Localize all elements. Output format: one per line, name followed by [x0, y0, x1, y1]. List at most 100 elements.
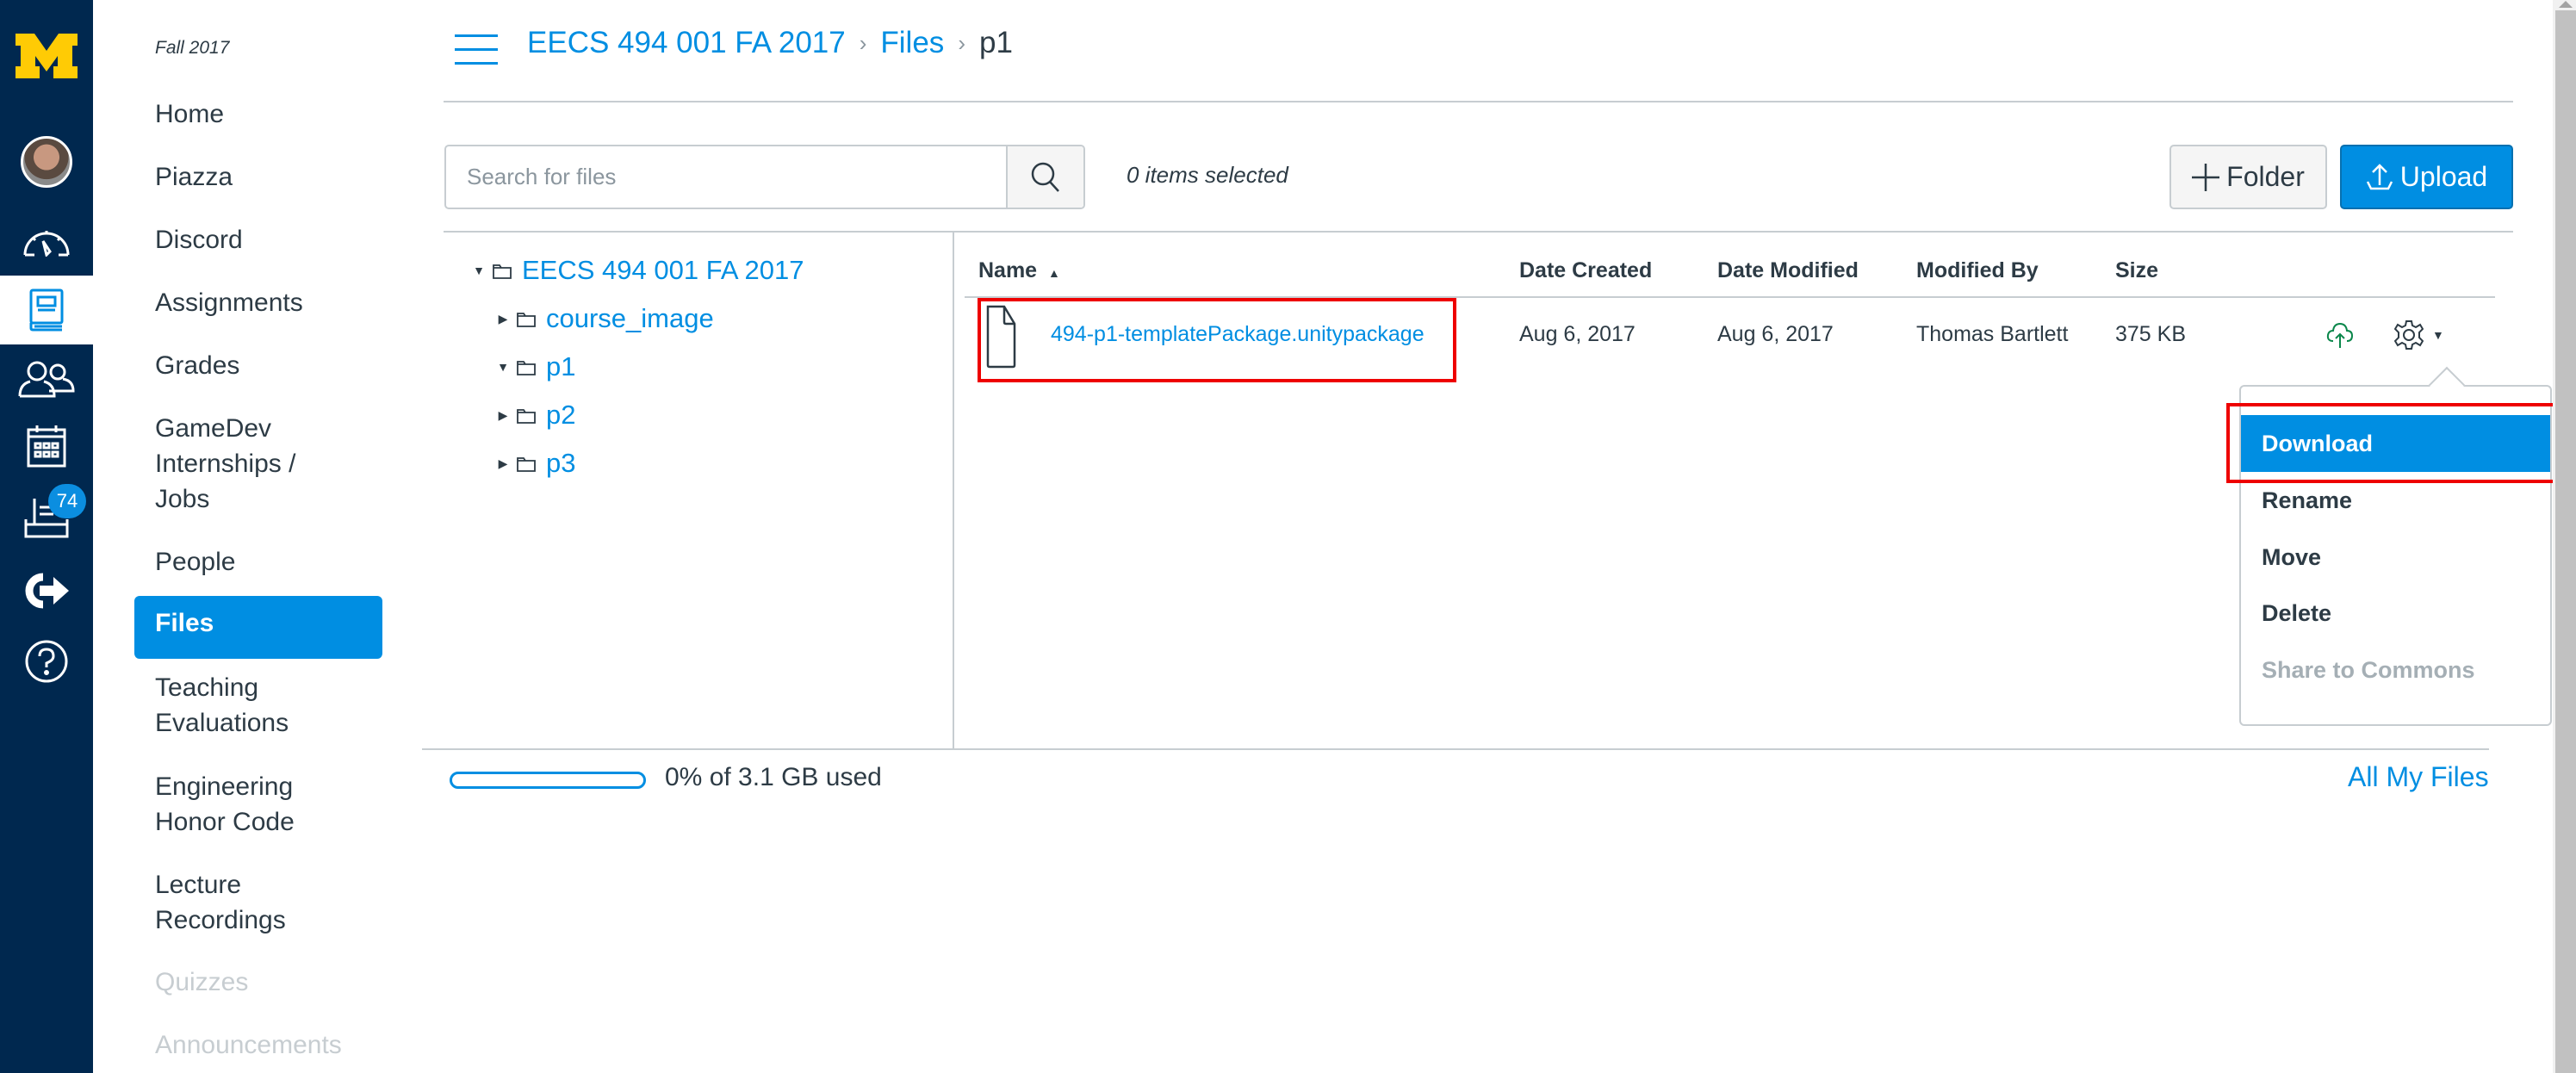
- courses-book-icon: [29, 288, 64, 332]
- cell-size: 375 KB: [2115, 322, 2187, 346]
- global-nav-help[interactable]: [0, 636, 93, 687]
- tree-node-label: course_image: [546, 303, 714, 333]
- search-icon: [1031, 162, 1059, 192]
- groups-icon: [18, 361, 75, 398]
- tree-node-label: p3: [546, 448, 576, 478]
- file-search: [444, 145, 1085, 209]
- help-icon: [25, 640, 68, 683]
- tree-node-root[interactable]: ▼ EECS 494 001 FA 2017: [470, 255, 804, 286]
- tree-node-course-image[interactable]: ▶ course_image: [494, 303, 714, 334]
- course-nav-grades[interactable]: Grades: [155, 348, 239, 383]
- breadcrumb: EECS 494 001 FA 2017 › Files › p1: [527, 26, 1013, 60]
- sort-ascending-icon: ▲: [1048, 266, 1060, 280]
- search-button[interactable]: [1006, 146, 1083, 208]
- plus-icon: [2192, 163, 2220, 191]
- course-nav-files-label: Files: [155, 609, 214, 637]
- toolbar-divider: [444, 231, 2513, 233]
- caret-right-icon[interactable]: ▶: [494, 455, 512, 472]
- menu-item-delete[interactable]: Delete: [2241, 586, 2550, 641]
- folder-icon: [517, 409, 536, 424]
- breadcrumb-files[interactable]: Files: [880, 26, 944, 60]
- course-nav-quizzes[interactable]: Quizzes: [155, 964, 248, 1000]
- menu-item-move[interactable]: Move: [2241, 530, 2550, 585]
- nav-label-line: Internships /: [155, 450, 296, 478]
- course-nav-lecture-recordings[interactable]: Lecture Recordings: [155, 867, 286, 938]
- upload-button[interactable]: Upload: [2340, 145, 2513, 209]
- global-nav-account[interactable]: [0, 133, 93, 190]
- highlight-annotation-download: [2226, 403, 2569, 483]
- search-input[interactable]: [446, 146, 1006, 208]
- avatar: [21, 136, 72, 188]
- cell-modified-by: Thomas Bartlett: [1916, 322, 2069, 346]
- caret-down-icon: ▼: [2432, 328, 2444, 342]
- cloud-published-icon: [2326, 322, 2354, 348]
- cell-date-modified: Aug 6, 2017: [1717, 322, 1834, 346]
- tree-node-p3[interactable]: ▶ p3: [494, 448, 576, 479]
- global-nav-inbox[interactable]: 74: [0, 484, 93, 543]
- column-header-modified-by[interactable]: Modified By: [1916, 258, 2039, 283]
- nav-label-line: Jobs: [155, 485, 210, 513]
- tree-node-label: p2: [546, 400, 576, 430]
- caret-right-icon[interactable]: ▶: [494, 406, 512, 424]
- course-menu-toggle[interactable]: [455, 34, 498, 65]
- selection-status: 0 items selected: [1127, 162, 1288, 188]
- course-nav-gamedev-internships[interactable]: GameDev Internships / Jobs: [155, 411, 295, 517]
- add-folder-button[interactable]: Folder: [2169, 145, 2327, 209]
- course-term: Fall 2017: [155, 38, 230, 58]
- folder-icon: [493, 264, 512, 279]
- global-navigation: 74: [0, 0, 93, 1073]
- menu-item-share-to-commons[interactable]: Share to Commons: [2241, 642, 2550, 698]
- global-nav-calendar[interactable]: [0, 420, 93, 472]
- breadcrumb-separator: ›: [958, 29, 965, 56]
- nav-label-line: Recordings: [155, 906, 286, 934]
- scroll-up-arrow-icon[interactable]: [2556, 0, 2575, 9]
- upload-label: Upload: [2399, 161, 2488, 192]
- course-nav-teaching-evaluations[interactable]: Teaching Evaluations: [155, 670, 289, 741]
- course-nav-assignments[interactable]: Assignments: [155, 285, 303, 320]
- global-nav-dashboard[interactable]: [0, 215, 93, 267]
- breadcrumb-course[interactable]: EECS 494 001 FA 2017: [527, 26, 846, 60]
- folder-icon: [517, 457, 536, 472]
- global-nav-commons[interactable]: [0, 565, 93, 617]
- storage-quota-bar: [450, 772, 646, 789]
- upload-icon: [2366, 163, 2393, 189]
- nav-label-line: Evaluations: [155, 709, 289, 737]
- tree-pane-divider: [953, 233, 954, 749]
- course-nav-home[interactable]: Home: [155, 96, 224, 132]
- global-nav-courses[interactable]: [0, 276, 93, 344]
- column-header-date-created[interactable]: Date Created: [1519, 258, 1652, 283]
- course-nav-discord[interactable]: Discord: [155, 222, 243, 257]
- global-nav-groups[interactable]: [0, 353, 93, 405]
- course-nav-announcements[interactable]: Announcements: [155, 1027, 342, 1063]
- column-header-name[interactable]: Name ▲: [978, 258, 1060, 283]
- nav-label-line: Teaching: [155, 673, 259, 702]
- block-m-logo-icon: [16, 34, 78, 78]
- university-logo[interactable]: [0, 26, 93, 86]
- publish-status-button[interactable]: [2325, 320, 2355, 350]
- course-nav-piazza[interactable]: Piazza: [155, 159, 233, 195]
- page-scrollbar-thumb[interactable]: [2555, 10, 2576, 1073]
- tree-node-label: EECS 494 001 FA 2017: [522, 255, 804, 285]
- cell-date-created: Aug 6, 2017: [1519, 322, 1636, 346]
- caret-right-icon[interactable]: ▶: [494, 310, 512, 327]
- all-my-files-link[interactable]: All My Files: [2348, 761, 2489, 793]
- course-nav-honor-code[interactable]: Engineering Honor Code: [155, 769, 295, 840]
- caret-down-icon[interactable]: ▼: [470, 262, 487, 279]
- column-header-size[interactable]: Size: [2115, 258, 2158, 283]
- breadcrumb-current: p1: [978, 26, 1013, 59]
- course-nav-files[interactable]: Files: [134, 596, 382, 659]
- breadcrumb-separator: ›: [859, 29, 867, 56]
- folder-icon: [517, 361, 536, 375]
- nav-label-line: Honor Code: [155, 808, 295, 836]
- file-settings-menu-button[interactable]: ▼: [2394, 319, 2455, 351]
- column-header-date-modified[interactable]: Date Modified: [1717, 258, 1859, 283]
- dashboard-icon: [23, 231, 70, 257]
- caret-down-icon[interactable]: ▼: [494, 358, 512, 375]
- nav-label-line: Engineering: [155, 772, 294, 801]
- tree-node-p1[interactable]: ▼ p1: [494, 351, 575, 382]
- folder-icon: [517, 313, 536, 327]
- tree-node-p2[interactable]: ▶ p2: [494, 400, 576, 431]
- calendar-icon: [27, 425, 66, 468]
- course-nav-people[interactable]: People: [155, 544, 235, 580]
- tree-node-label: p1: [546, 351, 576, 381]
